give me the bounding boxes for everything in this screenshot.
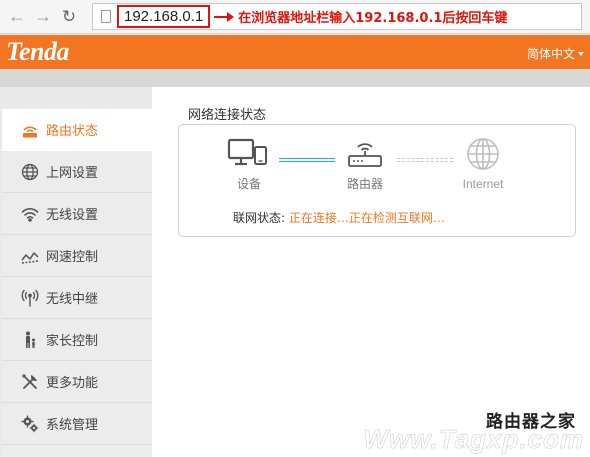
reload-icon[interactable]: ↻ <box>56 4 82 30</box>
sidebar-item-parental-control[interactable]: 家长控制 <box>2 319 152 361</box>
router-label: 路由器 <box>346 177 383 191</box>
sidebar-item-internet-settings[interactable]: 上网设置 <box>2 151 152 193</box>
device-router-link <box>279 158 335 162</box>
globe-icon <box>20 162 40 182</box>
sidebar: 路由状态 上网设置 无线设置 网速控制 无线中继 家长控制 更多功能 系统管理 <box>2 109 152 457</box>
watermark: 路由器之家 Www.Tagxp.com <box>354 407 584 457</box>
section-title: 网络连接状态 <box>188 108 267 123</box>
app-header: Tenda 简体中文 <box>0 35 590 69</box>
antenna-icon <box>20 288 40 308</box>
sidebar-item-label: 无线设置 <box>46 208 99 223</box>
caret-down-icon <box>578 51 584 56</box>
sidebar-item-label: 路由状态 <box>46 124 99 139</box>
gears-icon <box>20 414 40 434</box>
sidebar-item-wireless-settings[interactable]: 无线设置 <box>2 193 152 235</box>
parent-child-icon <box>20 330 40 350</box>
tools-icon <box>20 372 40 392</box>
router-icon <box>348 143 382 167</box>
router-node: 路由器 <box>343 137 387 192</box>
tenda-logo: Tenda <box>6 37 70 66</box>
watermark-url: Www.Tagxp.com <box>363 424 584 455</box>
sidebar-item-label: 上网设置 <box>46 166 99 181</box>
device-node: 设备 <box>227 137 271 192</box>
sidebar-item-wireless-repeater[interactable]: 无线中继 <box>2 277 152 319</box>
network-status-value: 正在连接…正在检测互联网… <box>288 211 445 225</box>
page-icon <box>101 10 111 23</box>
wifi-icon <box>20 204 40 224</box>
sidebar-item-system-management[interactable]: 系统管理 <box>2 403 152 445</box>
language-label: 简体中文 <box>526 47 575 61</box>
network-status-label: 联网状态: <box>233 211 286 225</box>
sidebar-item-label: 更多功能 <box>46 376 99 391</box>
back-arrow-icon[interactable]: ← <box>4 4 30 30</box>
sidebar-item-label: 家长控制 <box>46 334 99 349</box>
connection-status-card: 设备 路由器 Internet 联网状态: 正在连接…正在检测互联网… <box>178 124 576 237</box>
device-label: 设备 <box>236 177 261 191</box>
annotation-arrow-icon <box>214 11 235 22</box>
router-internet-link <box>397 158 453 162</box>
forward-arrow-icon[interactable]: → <box>30 4 56 30</box>
main-panel: 网络连接状态 设备 路由器 Internet 联网状态: 正在连接…正在检测互联… <box>152 87 590 457</box>
device-icon <box>227 138 267 166</box>
sidebar-item-router-status[interactable]: 路由状态 <box>2 109 152 151</box>
url-text[interactable]: 192.168.0.1 <box>117 5 211 28</box>
address-bar[interactable]: 192.168.0.1 在浏览器地址栏输入192.168.0.1后按回车键 <box>92 3 582 30</box>
header-band <box>0 69 590 87</box>
sidebar-item-more-features[interactable]: 更多功能 <box>2 361 152 403</box>
sidebar-item-speed-control[interactable]: 网速控制 <box>2 235 152 277</box>
router-status-icon <box>20 120 40 140</box>
network-status: 联网状态: 正在连接…正在检测互联网… <box>233 209 445 226</box>
internet-node: Internet <box>461 137 505 191</box>
sidebar-item-label: 无线中继 <box>46 292 99 307</box>
sidebar-item-label: 网速控制 <box>46 250 99 265</box>
internet-label: Internet <box>462 177 504 191</box>
annotation: 在浏览器地址栏输入192.168.0.1后按回车键 <box>214 7 507 26</box>
annotation-text: 在浏览器地址栏输入192.168.0.1后按回车键 <box>238 11 508 26</box>
browser-toolbar: ← → ↻ 192.168.0.1 在浏览器地址栏输入192.168.0.1后按… <box>0 0 590 34</box>
speed-line-icon <box>20 246 40 266</box>
language-selector[interactable]: 简体中文 <box>527 45 584 62</box>
internet-globe-icon <box>467 138 499 170</box>
sidebar-item-label: 系统管理 <box>46 418 99 433</box>
